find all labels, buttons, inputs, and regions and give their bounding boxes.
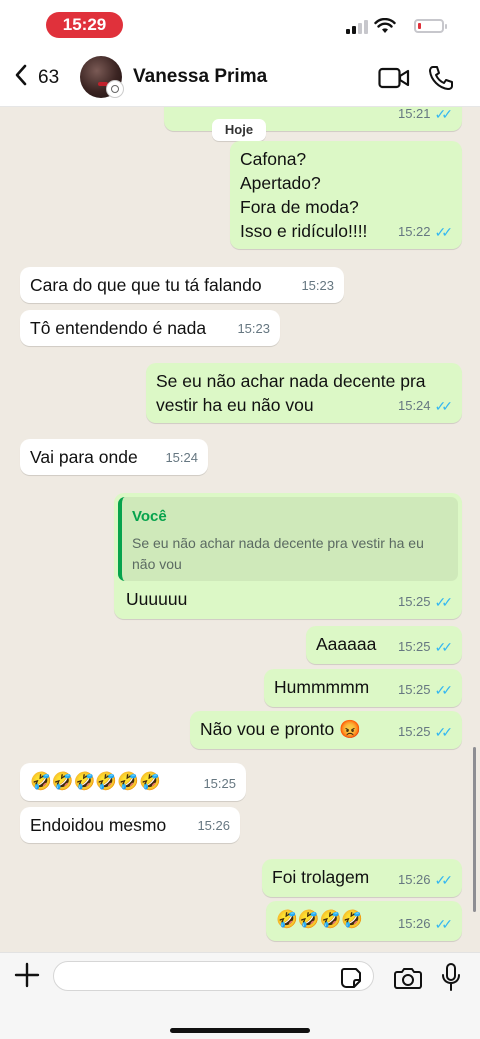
message-bubble-incoming[interactable]: Tô entendendo é nada 15:23 [20,310,280,346]
message-time: 15:26 [397,916,431,931]
message-bubble-outgoing[interactable]: Aaaaaa 15:25 ✓✓ [306,626,462,664]
message-text: Aaaaaa [316,634,377,654]
message-bubble-outgoing-reply[interactable]: Você Se eu não achar nada decente pra ve… [114,493,462,619]
plus-icon[interactable] [14,961,40,993]
read-ticks-icon: ✓✓ [434,224,454,240]
sticker-icon[interactable] [340,967,362,989]
message-time: 15:25 [397,639,431,654]
read-ticks-icon: ✓✓ [434,639,454,655]
message-text: Não vou e pronto 😡 [200,719,361,739]
message-bubble-outgoing[interactable]: Cafona? Apertado? Fora de moda? Isso e r… [230,141,462,249]
message-bubble-outgoing[interactable]: Se eu não achar nada decente pra vestir … [146,363,462,423]
message-time: 15:24 [397,398,431,413]
quoted-message[interactable]: Você Se eu não achar nada decente pra ve… [118,497,458,581]
read-ticks-icon: ✓✓ [434,872,454,888]
message-text: Endoidou mesmo [30,815,167,835]
message-time: 15:26 [397,872,431,887]
quoted-author: Você [132,508,167,525]
status-ring-icon [106,80,124,98]
unread-count[interactable]: 63 [38,67,59,89]
message-input[interactable] [53,961,374,991]
battery-icon [414,19,447,33]
message-text: 🤣🤣🤣🤣🤣🤣 [30,771,161,791]
message-bubble-outgoing[interactable]: Não vou e pronto 😡 15:25 ✓✓ [190,711,462,749]
message-text: Tô entendendo é nada [30,318,207,338]
read-ticks-icon: ✓✓ [434,682,454,698]
status-bar: 15:29 [0,0,480,50]
phone-icon[interactable] [428,65,454,91]
message-time: 15:23 [237,321,270,336]
message-time: 15:22 [397,224,431,239]
message-line: Apertado? [240,173,321,193]
date-separator: Hoje [212,119,266,141]
message-line: Se eu não achar nada decente pra [156,371,426,391]
message-bubble-incoming[interactable]: Vai para onde 15:24 [20,439,208,475]
message-time: 15:25 [397,724,431,739]
message-bubble-outgoing[interactable]: Foi trolagem 15:26 ✓✓ [262,859,462,897]
message-text: Uuuuuu [126,589,188,609]
message-text: Hummmmm [274,677,370,697]
message-text: Foi trolagem [272,867,370,887]
message-bubble-incoming[interactable]: 🤣🤣🤣🤣🤣🤣 15:25 [20,763,246,801]
message-time: 15:25 [203,776,236,791]
message-bubble-outgoing[interactable]: 🤣🤣🤣🤣 15:26 ✓✓ [266,901,462,941]
message-list[interactable]: 15:21 ✓✓ Hoje Cafona? Apertado? Fora de m… [0,107,480,952]
chat-header: 63 Vanessa Prima [0,50,480,107]
message-text: Cara do que que tu tá falando [30,275,262,295]
wifi-icon [374,18,396,33]
read-ticks-icon: ✓✓ [434,107,454,122]
message-bubble-outgoing[interactable]: 15:21 ✓✓ [164,107,462,131]
message-text: 🤣🤣🤣🤣 [276,909,364,929]
camera-icon[interactable] [394,966,422,990]
message-time: 15:24 [165,450,198,465]
message-time: 15:21 [397,107,431,121]
back-chevron-icon[interactable] [14,64,28,90]
cellular-signal-icon [346,20,368,34]
message-time: 15:23 [301,278,334,293]
home-indicator[interactable] [170,1028,310,1033]
video-call-icon[interactable] [378,67,410,89]
microphone-icon[interactable] [441,962,461,992]
message-bubble-outgoing[interactable]: Hummmmm 15:25 ✓✓ [264,669,462,707]
message-bubble-incoming[interactable]: Cara do que que tu tá falando 15:23 [20,267,344,303]
message-line: Fora de moda? [240,197,359,217]
message-composer [0,952,480,1039]
contact-name[interactable]: Vanessa Prima [133,66,267,88]
read-ticks-icon: ✓✓ [434,398,454,414]
quoted-text: Se eu não achar nada decente pra vestir … [132,535,424,572]
status-time: 15:29 [46,12,123,38]
message-time: 15:25 [397,594,431,609]
message-time: 15:25 [397,682,431,697]
message-bubble-incoming[interactable]: Endoidou mesmo 15:26 [20,807,240,843]
read-ticks-icon: ✓✓ [434,724,454,740]
read-ticks-icon: ✓✓ [434,916,454,932]
scrollbar[interactable] [473,747,476,912]
message-time: 15:26 [197,818,230,833]
message-line: Cafona? [240,149,307,169]
read-ticks-icon: ✓✓ [434,594,454,610]
message-text: Vai para onde [30,447,138,467]
